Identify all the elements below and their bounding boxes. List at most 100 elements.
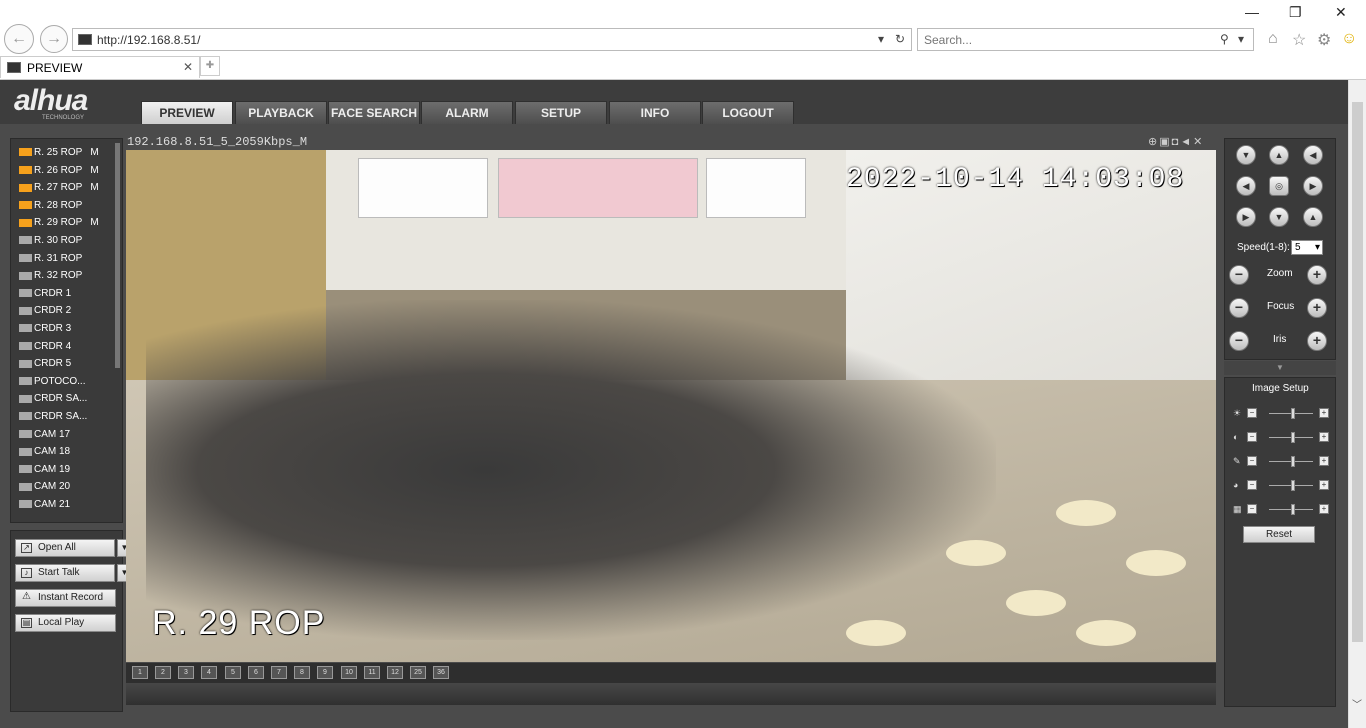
page-scrollbar[interactable]: ︿ ﹀ <box>1348 80 1366 728</box>
device-item[interactable]: POTOCO... <box>19 374 94 390</box>
device-item[interactable]: CRDR 3 <box>19 321 79 337</box>
device-item[interactable]: R. 32 ROP <box>19 268 90 284</box>
start-talk-button[interactable]: ♪ Start Talk ▼ <box>15 564 132 582</box>
device-item[interactable]: R. 31 ROP <box>19 251 90 267</box>
tab-alarm[interactable]: ALARM <box>421 101 513 124</box>
device-item[interactable]: CAM 20 <box>19 479 78 495</box>
new-tab-icon[interactable]: ✚ <box>200 56 220 76</box>
ptz-down-right-icon[interactable]: ▲ <box>1303 207 1323 227</box>
url-text[interactable]: http://192.168.8.51/ <box>97 33 200 47</box>
layout-button[interactable]: 4 <box>201 666 217 679</box>
slider-minus-button[interactable]: − <box>1247 408 1257 418</box>
home-icon[interactable]: ⌂ <box>1268 30 1278 48</box>
tab-preview[interactable]: PREVIEW <box>141 101 233 124</box>
slider-knob[interactable] <box>1291 504 1296 515</box>
settings-gear-icon[interactable]: ⚙ <box>1317 30 1331 50</box>
layout-button[interactable]: 1 <box>132 666 148 679</box>
device-item[interactable]: R. 27 ROP M <box>19 180 99 196</box>
device-item[interactable]: CAM 19 <box>19 462 78 478</box>
search-input[interactable] <box>924 33 1214 47</box>
search-dropdown-icon[interactable]: ▾ <box>1238 32 1244 46</box>
slider-knob[interactable] <box>1291 432 1296 443</box>
zoom-out-button[interactable]: − <box>1229 265 1249 285</box>
snapshot-icon[interactable]: ▣ <box>1159 136 1171 148</box>
device-item[interactable]: CRDR 1 <box>19 286 79 302</box>
back-arrow-icon[interactable]: ← <box>4 24 34 54</box>
local-play-button[interactable]: ▤ Local Play <box>15 614 116 632</box>
ptz-collapse-icon[interactable]: ▼ <box>1224 361 1336 375</box>
image-slider[interactable]: ◐ − + <box>1233 432 1329 444</box>
device-item[interactable]: R. 29 ROP M <box>19 215 99 231</box>
reset-button[interactable]: Reset <box>1243 526 1315 543</box>
layout-button[interactable]: 3 <box>178 666 194 679</box>
layout-button[interactable]: 36 <box>433 666 449 679</box>
device-item[interactable]: CRDR SA... <box>19 409 95 425</box>
close-window-icon[interactable]: ✕ <box>1335 4 1347 21</box>
focus-near-button[interactable]: − <box>1229 298 1249 318</box>
layout-button[interactable]: 9 <box>317 666 333 679</box>
restore-icon[interactable]: ❐ <box>1289 4 1302 21</box>
search-box[interactable]: ⚲ ▾ <box>917 28 1254 51</box>
iris-open-button[interactable]: + <box>1307 331 1327 351</box>
ptz-speed-select[interactable]: 5 ▾ <box>1291 240 1323 255</box>
layout-button[interactable]: 25 <box>410 666 426 679</box>
device-item[interactable]: R. 25 ROP M <box>19 145 99 161</box>
slider-knob[interactable] <box>1291 408 1296 419</box>
zoom-in-button[interactable]: + <box>1307 265 1327 285</box>
device-item[interactable]: R. 28 ROP <box>19 198 90 214</box>
device-item[interactable]: R. 26 ROP M <box>19 163 99 179</box>
address-bar[interactable]: http://192.168.8.51/ ▾ ↻ <box>72 28 912 51</box>
focus-far-button[interactable]: + <box>1307 298 1327 318</box>
image-slider[interactable]: ✎ − + <box>1233 456 1329 468</box>
scroll-thumb[interactable] <box>1352 102 1363 642</box>
slider-knob[interactable] <box>1291 456 1296 467</box>
layout-button[interactable]: 7 <box>271 666 287 679</box>
layout-button[interactable]: 2 <box>155 666 171 679</box>
slider-knob[interactable] <box>1291 480 1296 491</box>
slider-plus-button[interactable]: + <box>1319 432 1329 442</box>
forward-arrow-icon[interactable]: → <box>40 25 68 53</box>
live-video[interactable]: 2022-10-14 14:03:08 R. 29 ROP <box>126 150 1216 662</box>
layout-button[interactable]: 11 <box>364 666 380 679</box>
slider-plus-button[interactable]: + <box>1319 480 1329 490</box>
ptz-left-icon[interactable]: ◀ <box>1236 176 1256 196</box>
device-item[interactable]: CRDR SA... <box>19 391 95 407</box>
audio-icon[interactable]: ◄ <box>1180 136 1193 148</box>
smiley-feedback-icon[interactable]: ☺ <box>1341 30 1357 48</box>
close-video-icon[interactable]: ✕ <box>1193 136 1204 148</box>
device-list-scrollbar[interactable] <box>115 143 120 368</box>
slider-minus-button[interactable]: − <box>1247 432 1257 442</box>
ptz-down-icon[interactable]: ▼ <box>1269 207 1289 227</box>
tab-close-icon[interactable]: ✕ <box>183 60 193 74</box>
minimize-icon[interactable]: — <box>1245 4 1259 20</box>
image-slider[interactable]: ☀ − + <box>1233 408 1329 420</box>
open-all-button[interactable]: ↗ Open All ▼ <box>15 539 132 557</box>
layout-button[interactable]: 6 <box>248 666 264 679</box>
ptz-up-icon[interactable]: ▲ <box>1269 145 1289 165</box>
device-item[interactable]: CRDR 5 <box>19 356 79 372</box>
layout-button[interactable]: 8 <box>294 666 310 679</box>
slider-minus-button[interactable]: − <box>1247 504 1257 514</box>
image-slider[interactable]: ◕ − + <box>1233 480 1329 492</box>
scroll-down-icon[interactable]: ﹀ <box>1352 696 1362 711</box>
ptz-down-left-icon[interactable]: ▶ <box>1236 207 1256 227</box>
ptz-up-right-icon[interactable]: ◀ <box>1303 145 1323 165</box>
tab-setup[interactable]: SETUP <box>515 101 607 124</box>
device-item[interactable]: CRDR 4 <box>19 339 79 355</box>
camera-icon[interactable]: ◘ <box>1172 136 1181 148</box>
image-slider[interactable]: ▦ − + <box>1233 504 1329 516</box>
device-item[interactable]: CAM 18 <box>19 444 78 460</box>
slider-minus-button[interactable]: − <box>1247 456 1257 466</box>
browser-tab[interactable]: PREVIEW ✕ <box>0 56 200 78</box>
iris-close-button[interactable]: − <box>1229 331 1249 351</box>
ptz-center-icon[interactable]: ◎ <box>1269 176 1289 196</box>
layout-button[interactable]: 12 <box>387 666 403 679</box>
slider-plus-button[interactable]: + <box>1319 504 1329 514</box>
tab-logout[interactable]: LOGOUT <box>702 101 794 124</box>
device-item[interactable]: CRDR 2 <box>19 303 79 319</box>
slider-plus-button[interactable]: + <box>1319 456 1329 466</box>
tab-face-search[interactable]: FACE SEARCH <box>328 101 420 124</box>
device-item[interactable]: CAM 17 <box>19 427 78 443</box>
slider-plus-button[interactable]: + <box>1319 408 1329 418</box>
instant-record-button[interactable]: ⚠ Instant Record <box>15 589 116 607</box>
